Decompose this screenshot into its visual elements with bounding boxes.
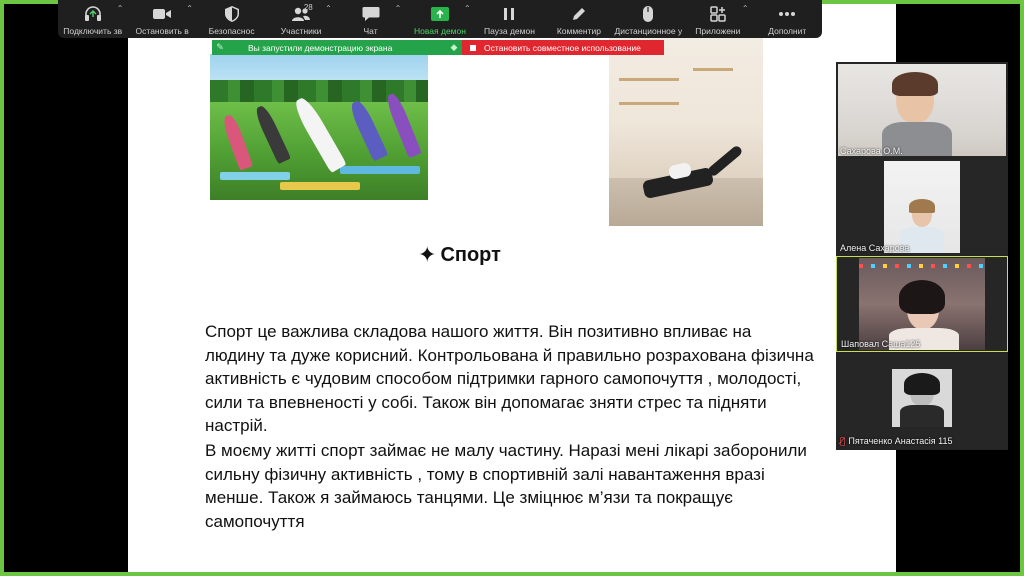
sparkles-icon: ✦ xyxy=(418,242,437,268)
audio-button[interactable]: Подключить зв ⌃ xyxy=(58,0,127,38)
apps-button[interactable]: Приложени ⌃ xyxy=(683,0,752,38)
mouse-icon xyxy=(638,5,658,23)
stretching-photo xyxy=(609,38,763,226)
participant-video xyxy=(859,258,985,350)
chevron-up-icon[interactable]: ⌃ xyxy=(325,4,332,13)
participant-tile-active-speaker[interactable]: Шаповал Саша125 xyxy=(836,256,1008,352)
headphones-icon xyxy=(83,5,103,23)
yoga-photo xyxy=(210,54,428,200)
chat-icon xyxy=(361,5,381,23)
slide-paragraph-1: Спорт це важлива складова нашого життя. … xyxy=(205,322,814,435)
participant-avatar-photo xyxy=(892,369,952,427)
participant-tile[interactable]: 🎙̸ Пятаченко Анастасія 115 xyxy=(836,353,1008,449)
participants-button[interactable]: 28 Участники ⌃ xyxy=(266,0,335,38)
participant-name: Сахарова О.М. xyxy=(840,146,903,156)
chevron-up-icon[interactable]: ⌃ xyxy=(395,4,402,13)
sharing-status-banner: ✎ Вы запустили демонстрацию экрана ◆ xyxy=(212,40,462,55)
shared-slide: ✦ Спорт Спорт це важлива складова нашого… xyxy=(128,4,896,572)
participant-video xyxy=(838,64,1006,156)
apps-icon xyxy=(708,5,728,23)
participant-tile[interactable]: Алена Сахарова xyxy=(836,159,1008,255)
meeting-toolbar: Подключить зв ⌃ Остановить в ⌃ Безопасно… xyxy=(58,0,822,38)
pen-icon xyxy=(569,5,589,23)
pin-icon[interactable]: ✎ xyxy=(212,43,228,53)
shield-icon xyxy=(222,5,242,23)
more-icon xyxy=(777,5,797,23)
video-camera-icon xyxy=(152,5,172,23)
shield-check-icon: ◆ xyxy=(450,42,458,53)
stop-icon xyxy=(470,44,476,51)
more-button[interactable]: Дополнит xyxy=(753,0,822,38)
participant-video xyxy=(884,161,960,253)
new-share-button[interactable]: Новая демон ⌃ xyxy=(405,0,474,38)
participant-name: Пятаченко Анастасія 115 xyxy=(848,436,953,446)
chevron-up-icon[interactable]: ⌃ xyxy=(186,4,193,13)
slide-paragraph-2: В моєму житті спорт займає не малу части… xyxy=(205,441,807,531)
participant-name: Шаповал Саша125 xyxy=(841,339,921,349)
participant-tile[interactable]: Сахарова О.М. xyxy=(836,62,1008,158)
remote-control-button[interactable]: Дистанционное у xyxy=(614,0,683,38)
security-button[interactable]: Безопаснос xyxy=(197,0,266,38)
pause-share-button[interactable]: Пауза демон xyxy=(475,0,544,38)
stop-share-button[interactable]: Остановить совместное использование xyxy=(462,40,664,55)
video-button[interactable]: Остановить в ⌃ xyxy=(127,0,196,38)
participant-name: Алена Сахарова xyxy=(840,243,910,253)
muted-mic-icon: 🎙̸ xyxy=(840,437,846,447)
participants-video-panel: Сахарова О.М. Алена Сахарова Шаповал Саш… xyxy=(836,62,1008,450)
chevron-up-icon[interactable]: ⌃ xyxy=(117,4,124,13)
chat-button[interactable]: Чат ⌃ xyxy=(336,0,405,38)
chevron-up-icon[interactable]: ⌃ xyxy=(464,4,471,13)
chevron-up-icon[interactable]: ⌃ xyxy=(742,4,749,13)
slide-title: ✦ Спорт xyxy=(418,242,501,268)
pause-icon xyxy=(499,5,519,23)
share-screen-icon xyxy=(430,7,449,21)
participant-count-badge: 28 xyxy=(303,3,313,12)
annotate-button[interactable]: Комментир xyxy=(544,0,613,38)
